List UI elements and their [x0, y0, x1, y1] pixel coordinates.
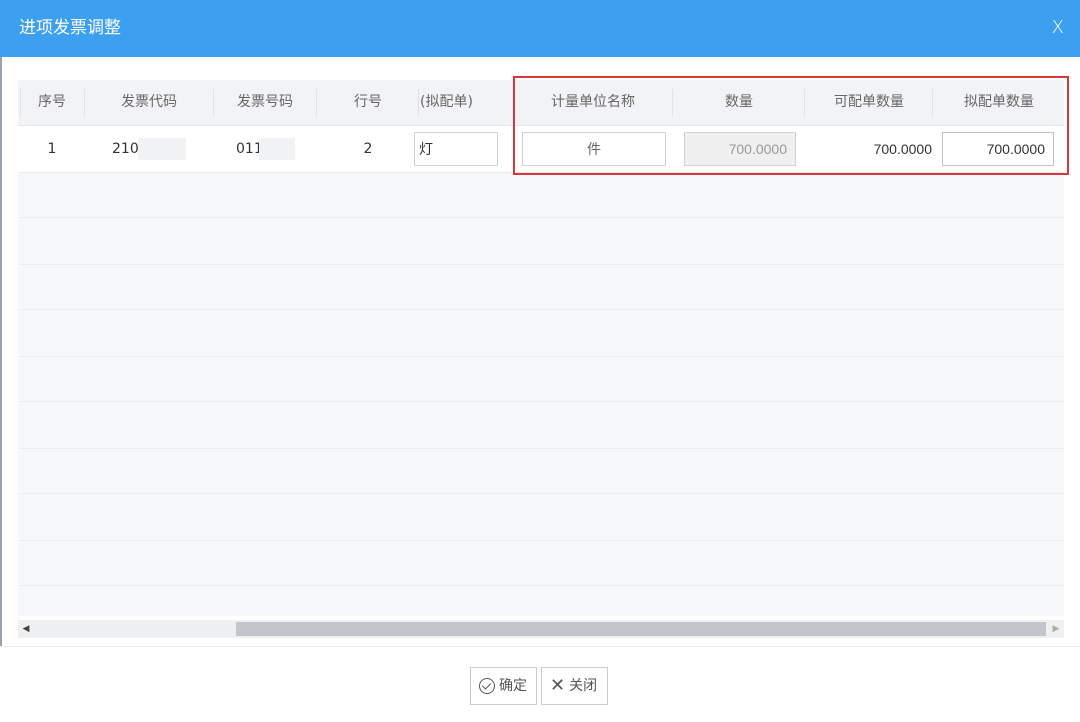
dialog-titlebar: 进项发票调整 X: [0, 0, 1080, 57]
close-button-label: 关闭: [569, 678, 598, 694]
row-divider: [18, 264, 1064, 265]
row-divider: [18, 540, 1064, 541]
header-separator: [20, 89, 21, 116]
cell-seq: 1: [47, 141, 57, 157]
window-left-edge: [0, 57, 2, 721]
header-separator: [316, 89, 317, 116]
close-icon[interactable]: X: [1052, 15, 1064, 41]
row-divider: [18, 401, 1064, 402]
header-invoice-code[interactable]: 发票代码: [86, 80, 212, 125]
confirm-button-label: 确定: [499, 678, 527, 694]
horizontal-scrollbar[interactable]: ◀ ▶: [18, 620, 1064, 638]
header-seq[interactable]: 序号: [26, 80, 78, 125]
check-circle-icon: [479, 678, 495, 694]
row-divider: [18, 309, 1064, 310]
header-separator: [418, 89, 419, 116]
row-divider: [18, 585, 1064, 586]
header-invoice-number[interactable]: 发票号码: [214, 80, 316, 125]
confirm-button[interactable]: 确定: [470, 667, 537, 705]
row-divider: [18, 493, 1064, 494]
scrollbar-thumb[interactable]: [236, 622, 1046, 636]
header-line-no[interactable]: 行号: [318, 80, 418, 125]
scroll-right-arrow-icon[interactable]: ▶: [1048, 620, 1064, 638]
cell-invoice-code: 210: [112, 141, 139, 157]
close-button[interactable]: ✕ 关闭: [541, 667, 608, 705]
cell-line-no: 2: [363, 141, 373, 157]
highlight-annotation-box: [513, 76, 1069, 175]
redaction-mask: [138, 138, 186, 160]
row-divider: [18, 217, 1064, 218]
dialog-footer: 确定 ✕ 关闭: [0, 646, 1080, 722]
dialog-title: 进项发票调整: [19, 18, 121, 38]
header-separator: [84, 89, 85, 116]
planned-partial-input[interactable]: 灯: [414, 132, 498, 166]
close-icon: ✕: [550, 675, 566, 696]
header-planned-partial[interactable]: (拟配单): [420, 80, 514, 125]
redaction-mask: [259, 138, 295, 160]
row-divider: [18, 448, 1064, 449]
scroll-left-arrow-icon[interactable]: ◀: [18, 620, 34, 638]
row-divider: [18, 356, 1064, 357]
